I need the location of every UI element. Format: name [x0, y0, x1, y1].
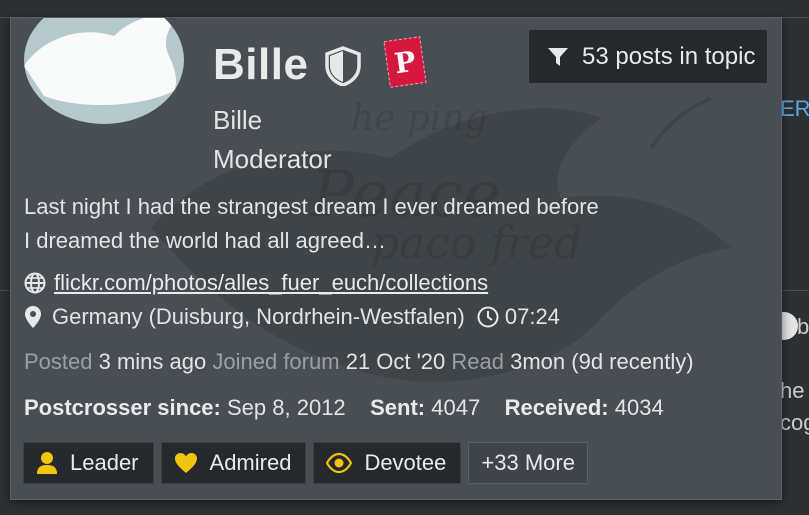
signature-line: I dreamed the world had all agreed… — [24, 228, 386, 253]
user-icon — [37, 452, 57, 474]
eye-icon — [326, 453, 353, 473]
location-text: Germany (Duisburg, Nordrhein-Westfalen) — [52, 304, 465, 329]
watermark-text: he ping — [351, 98, 488, 139]
watermark-text: paco fred — [371, 218, 583, 269]
postcrosser-since-label: Postcrosser since: — [24, 395, 221, 420]
avatar[interactable] — [24, 18, 184, 124]
postcrosser-since-value: Sep 8, 2012 — [227, 395, 346, 420]
local-time: 07:24 — [504, 304, 560, 329]
received-label: Received: — [504, 395, 609, 420]
activity-stats: Posted 3 mins ago Joined forum 21 Oct '2… — [24, 349, 694, 375]
sent-value: 4047 — [431, 395, 481, 420]
sent-label: Sent: — [370, 395, 426, 420]
badge-label: Devotee — [364, 450, 447, 475]
background-username[interactable]: b — [797, 314, 809, 340]
user-role: Moderator — [213, 144, 332, 174]
read-label: Read — [451, 349, 504, 374]
website-row: flickr.com/photos/alles_fuer_euch/collec… — [24, 270, 488, 296]
background-post-text: cog — [780, 410, 809, 435]
badge-devotee[interactable]: Devotee — [313, 442, 462, 484]
postcrosser-stats: Postcrosser since: Sep 8, 2012 Sent: 404… — [24, 395, 664, 421]
badge-label: Leader — [70, 450, 139, 475]
globe-icon — [24, 272, 46, 294]
svg-text:P: P — [392, 45, 417, 81]
joined-value: 21 Oct '20 — [345, 349, 446, 374]
badge-admired[interactable]: Admired — [160, 442, 307, 484]
badge-leader[interactable]: Leader — [23, 442, 154, 484]
more-badges-button[interactable]: +33 More — [468, 442, 588, 484]
website-link[interactable]: flickr.com/photos/alles_fuer_euch/collec… — [54, 270, 488, 296]
heart-icon — [174, 453, 197, 473]
clock-icon — [477, 306, 499, 328]
dove-avatar-icon — [24, 18, 180, 106]
postcrossing-stamp-icon: P — [383, 36, 427, 88]
badge-list: Leader Admired Devotee +33 More — [23, 442, 588, 484]
filter-posts-button[interactable]: 53 posts in topic — [529, 30, 767, 83]
username[interactable]: Bille — [213, 40, 308, 90]
moderator-shield-icon — [325, 46, 361, 86]
filter-button-label: 53 posts in topic — [582, 42, 756, 70]
signature-line: Last night I had the strangest dream I e… — [24, 194, 599, 219]
filter-icon — [548, 47, 568, 66]
badge-label: +33 More — [481, 450, 575, 475]
background-post-text: he — [780, 378, 805, 403]
map-pin-icon — [25, 306, 41, 328]
read-value: 3mon (9d recently) — [510, 349, 694, 374]
badge-label: Admired — [209, 450, 292, 475]
location-row: Germany (Duisburg, Nordrhein-Westfalen) … — [24, 304, 560, 330]
joined-label: Joined forum — [212, 349, 340, 374]
posted-label: Posted — [24, 349, 93, 374]
user-profile-card: he ping Peace paco fred Bille P 53 posts… — [10, 17, 782, 500]
posted-value: 3 mins ago — [98, 349, 207, 374]
user-title: Bille — [213, 105, 263, 135]
received-value: 4034 — [614, 395, 664, 420]
background-link-text[interactable]: ER — [780, 96, 809, 122]
